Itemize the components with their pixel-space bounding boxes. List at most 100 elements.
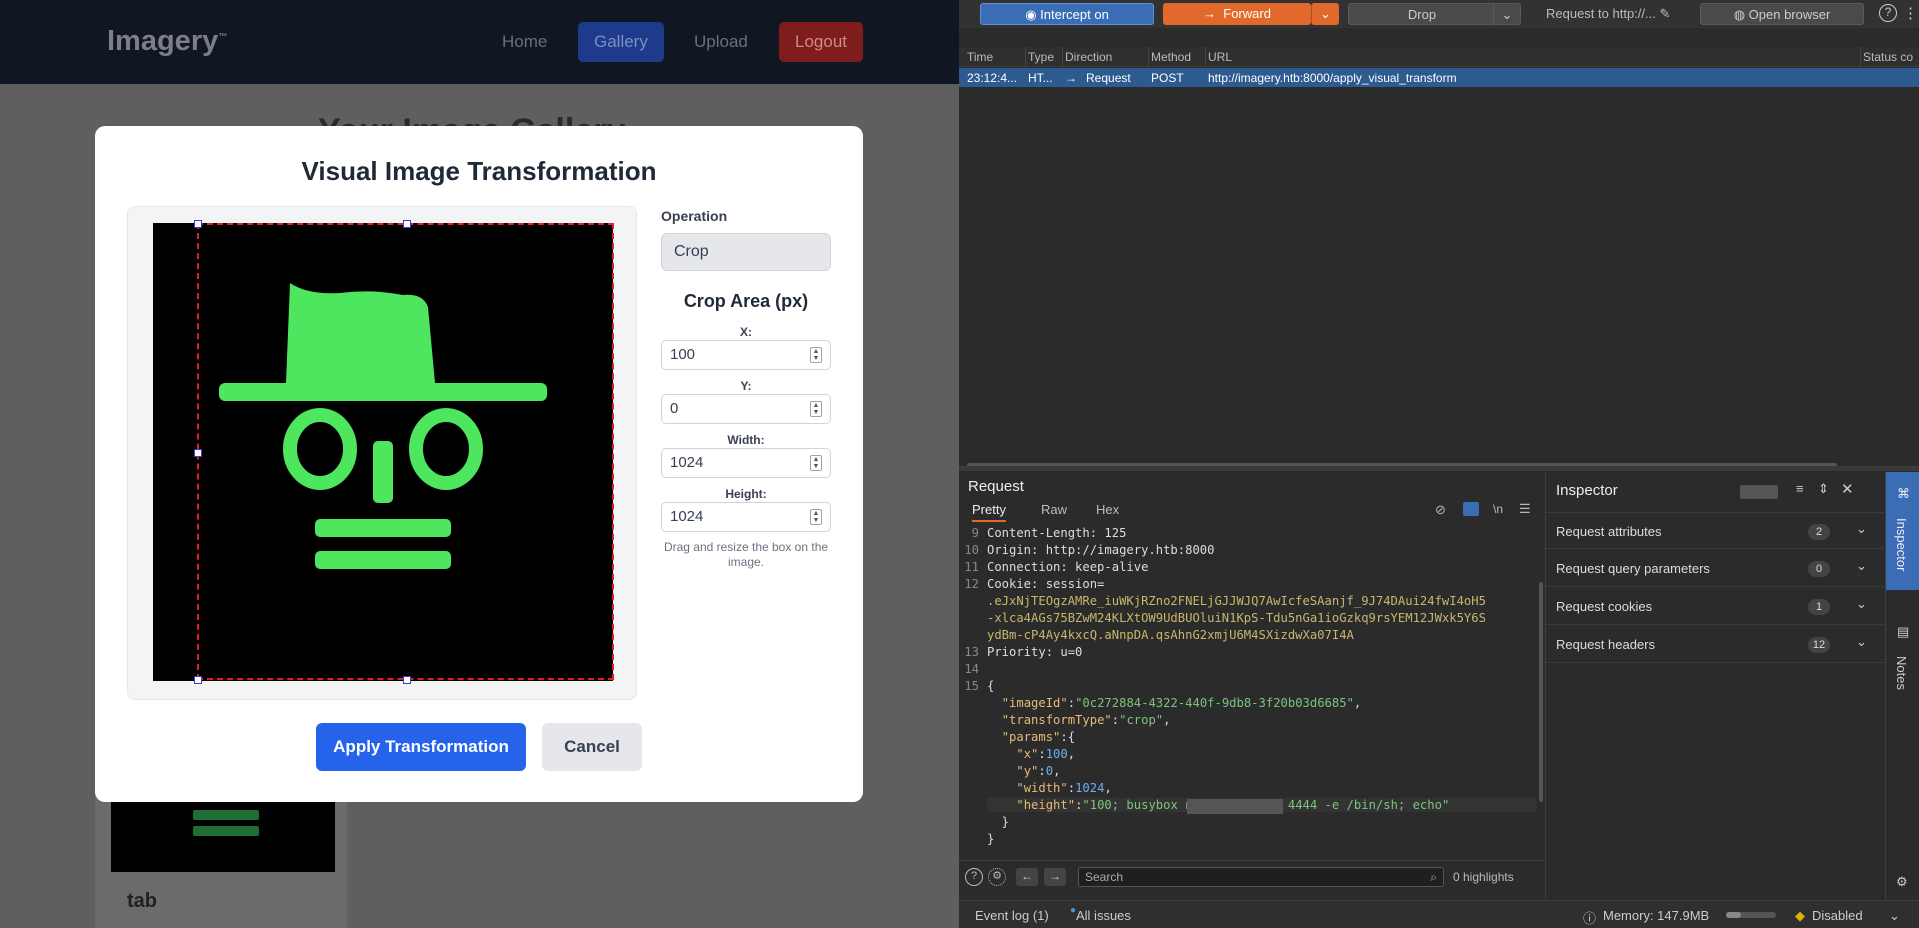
gallery-card[interactable]: tab — [95, 780, 347, 928]
height-input[interactable]: 1024 ▲ ▼ — [661, 502, 831, 532]
image-canvas — [127, 206, 637, 700]
table-row[interactable]: 23:12:4... HT... → Request POST http://i… — [959, 68, 1919, 87]
json-close: } — [987, 832, 995, 846]
col-time[interactable]: Time — [967, 50, 993, 64]
pane-divider[interactable] — [959, 466, 1919, 471]
operation-select[interactable]: Crop — [661, 233, 831, 271]
cookie-value: .eJxNjTEOgzAMRe_iuWKjRZno2FNELjGJJWJQ7Aw… — [987, 594, 1486, 608]
json-line: "transformType":"crop", — [1001, 713, 1171, 727]
inspector-section[interactable]: Request query parameters 0 ⌄ — [1546, 550, 1885, 587]
notes-icon[interactable]: ▤ — [1897, 624, 1909, 640]
app-logo[interactable]: Imagery™ — [107, 25, 227, 58]
web-app-pane: Imagery™ Home Gallery Upload Logout Your… — [0, 0, 959, 928]
chevron-down-icon[interactable]: ⌄ — [1311, 3, 1339, 25]
help-icon[interactable]: ? — [965, 868, 983, 886]
spinner-icon[interactable]: ▲ ▼ — [810, 455, 822, 471]
crop-box[interactable] — [194, 220, 614, 684]
wrap-icon[interactable] — [1463, 502, 1479, 516]
apply-transformation-button[interactable]: Apply Transformation — [316, 723, 526, 771]
inspector-section[interactable]: Request cookies 1 ⌄ — [1546, 588, 1885, 625]
col-type[interactable]: Type — [1028, 50, 1054, 64]
card-title: tab — [127, 890, 157, 912]
all-issues[interactable]: All issues — [1076, 908, 1131, 923]
newline-icon[interactable]: \n — [1493, 502, 1503, 516]
row-direction: Request — [1086, 71, 1131, 85]
crop-handle[interactable] — [194, 676, 202, 684]
search-icon: ⌕ — [1430, 870, 1437, 884]
chevron-down-icon: ⌄ — [1856, 521, 1867, 536]
arrow-right-icon: → — [1065, 71, 1077, 85]
nav-upload[interactable]: Upload — [678, 22, 764, 62]
forward-button[interactable]: → Forward — [1163, 3, 1311, 25]
pencil-icon[interactable]: ✎ — [1659, 6, 1670, 21]
layout-toggle-icon[interactable] — [1740, 485, 1778, 499]
request-body[interactable]: 9 Content-Length: 125 10 Origin: http://… — [959, 526, 1539, 848]
status-bar: Event log (1) ● All issues ⓘ Memory: 147… — [959, 900, 1919, 928]
align-icon[interactable]: ≡ — [1796, 481, 1804, 496]
tab-notes[interactable]: Notes — [1894, 656, 1909, 690]
modal-title: Visual Image Transformation — [301, 156, 657, 186]
forward-icon[interactable]: → — [1044, 868, 1066, 886]
code-line: Content-Length: 125 — [987, 526, 1127, 540]
code-line: Origin: http://imagery.htb:8000 — [987, 543, 1215, 557]
json-line: } — [987, 815, 1010, 829]
chevron-down-icon: ⌄ — [1856, 596, 1867, 611]
vertical-scrollbar[interactable] — [1539, 582, 1543, 802]
thumb-bar — [193, 810, 259, 820]
gear-icon[interactable]: ⚙ — [988, 868, 1006, 886]
tab-raw[interactable]: Raw — [1041, 502, 1067, 517]
width-input[interactable]: 1024 ▲ ▼ — [661, 448, 831, 478]
spinner-icon[interactable]: ▲ ▼ — [810, 401, 822, 417]
tab-inspector[interactable]: ⌘ Inspector — [1886, 472, 1919, 590]
inspector-section[interactable]: Request headers 12 ⌄ — [1546, 626, 1885, 663]
preview-image — [153, 220, 614, 684]
table-header: Time Type Direction Method URL Status co — [959, 47, 1919, 67]
crop-handle[interactable] — [194, 449, 202, 457]
search-input[interactable]: Search ⌕ — [1078, 867, 1444, 887]
collapse-icon[interactable]: ⇕ — [1818, 481, 1829, 497]
intercept-toggle[interactable]: ◉ Intercept on — [980, 3, 1154, 25]
json-line: "width":1024, — [1016, 781, 1112, 795]
intercept-toolbar: ◉ Intercept on → Forward ⌄ Drop ⌄ Reques… — [959, 0, 1919, 28]
event-log[interactable]: Event log (1) — [975, 908, 1049, 923]
cookie-value: -xlca4AGs75BZwM24KLXtOW9UdBUOluiN1KpS-Td… — [987, 611, 1486, 625]
x-input[interactable]: 100 ▲ ▼ — [661, 340, 831, 370]
request-to-label[interactable]: Request to http://... ✎ — [1546, 6, 1670, 22]
tab-pretty[interactable]: Pretty — [972, 502, 1006, 522]
gear-icon[interactable]: ⚙ — [1896, 874, 1908, 890]
thumb-bar — [193, 826, 259, 836]
col-direction[interactable]: Direction — [1065, 50, 1112, 64]
y-input[interactable]: 0 ▲ ▼ — [661, 394, 831, 424]
crop-handle[interactable] — [403, 220, 411, 228]
drop-button[interactable]: Drop — [1348, 3, 1496, 25]
col-url[interactable]: URL — [1208, 50, 1232, 64]
tab-hex[interactable]: Hex — [1096, 502, 1119, 517]
col-method[interactable]: Method — [1151, 50, 1191, 64]
inspector-section[interactable]: Request attributes 2 ⌄ — [1546, 512, 1885, 549]
close-icon[interactable]: ✕ — [1841, 480, 1854, 498]
spinner-icon[interactable]: ▲ ▼ — [810, 347, 822, 363]
more-icon[interactable]: ⋮ — [1903, 4, 1918, 22]
chevron-down-icon[interactable]: ⌄ — [1493, 3, 1521, 25]
open-browser-button[interactable]: ◍ Open browser — [1700, 3, 1864, 25]
menu-icon[interactable]: ☰ — [1519, 501, 1531, 517]
cancel-button[interactable]: Cancel — [542, 723, 642, 771]
help-icon[interactable]: ? — [1879, 4, 1897, 22]
hide-icon[interactable]: ⊘ — [1435, 502, 1446, 518]
back-icon[interactable]: ← — [1016, 868, 1038, 886]
nav-logout[interactable]: Logout — [779, 22, 863, 62]
crop-handle[interactable] — [403, 676, 411, 684]
col-status[interactable]: Status co — [1863, 50, 1913, 64]
row-time: 23:12:4... — [967, 71, 1018, 85]
json-line: "x":100, — [1016, 747, 1076, 761]
nav-home[interactable]: Home — [486, 22, 563, 62]
inspector-panel: Inspector ≡ ⇕ ✕ Request attributes 2 ⌄ R… — [1545, 472, 1885, 900]
disabled-status[interactable]: Disabled — [1812, 908, 1863, 923]
nav-gallery[interactable]: Gallery — [578, 22, 664, 62]
spinner-icon[interactable]: ▲ ▼ — [810, 509, 822, 525]
chevron-down-icon[interactable]: ⌄ — [1889, 908, 1900, 924]
cookie-value: ydBm-cP4Ay4kxcQ.aNnpDA.qsAhnG2xmjU6M4SXi… — [987, 628, 1354, 642]
crop-area-heading: Crop Area (px) — [683, 291, 809, 311]
top-nav: Imagery™ Home Gallery Upload Logout — [0, 0, 959, 84]
crop-handle[interactable] — [194, 220, 202, 228]
